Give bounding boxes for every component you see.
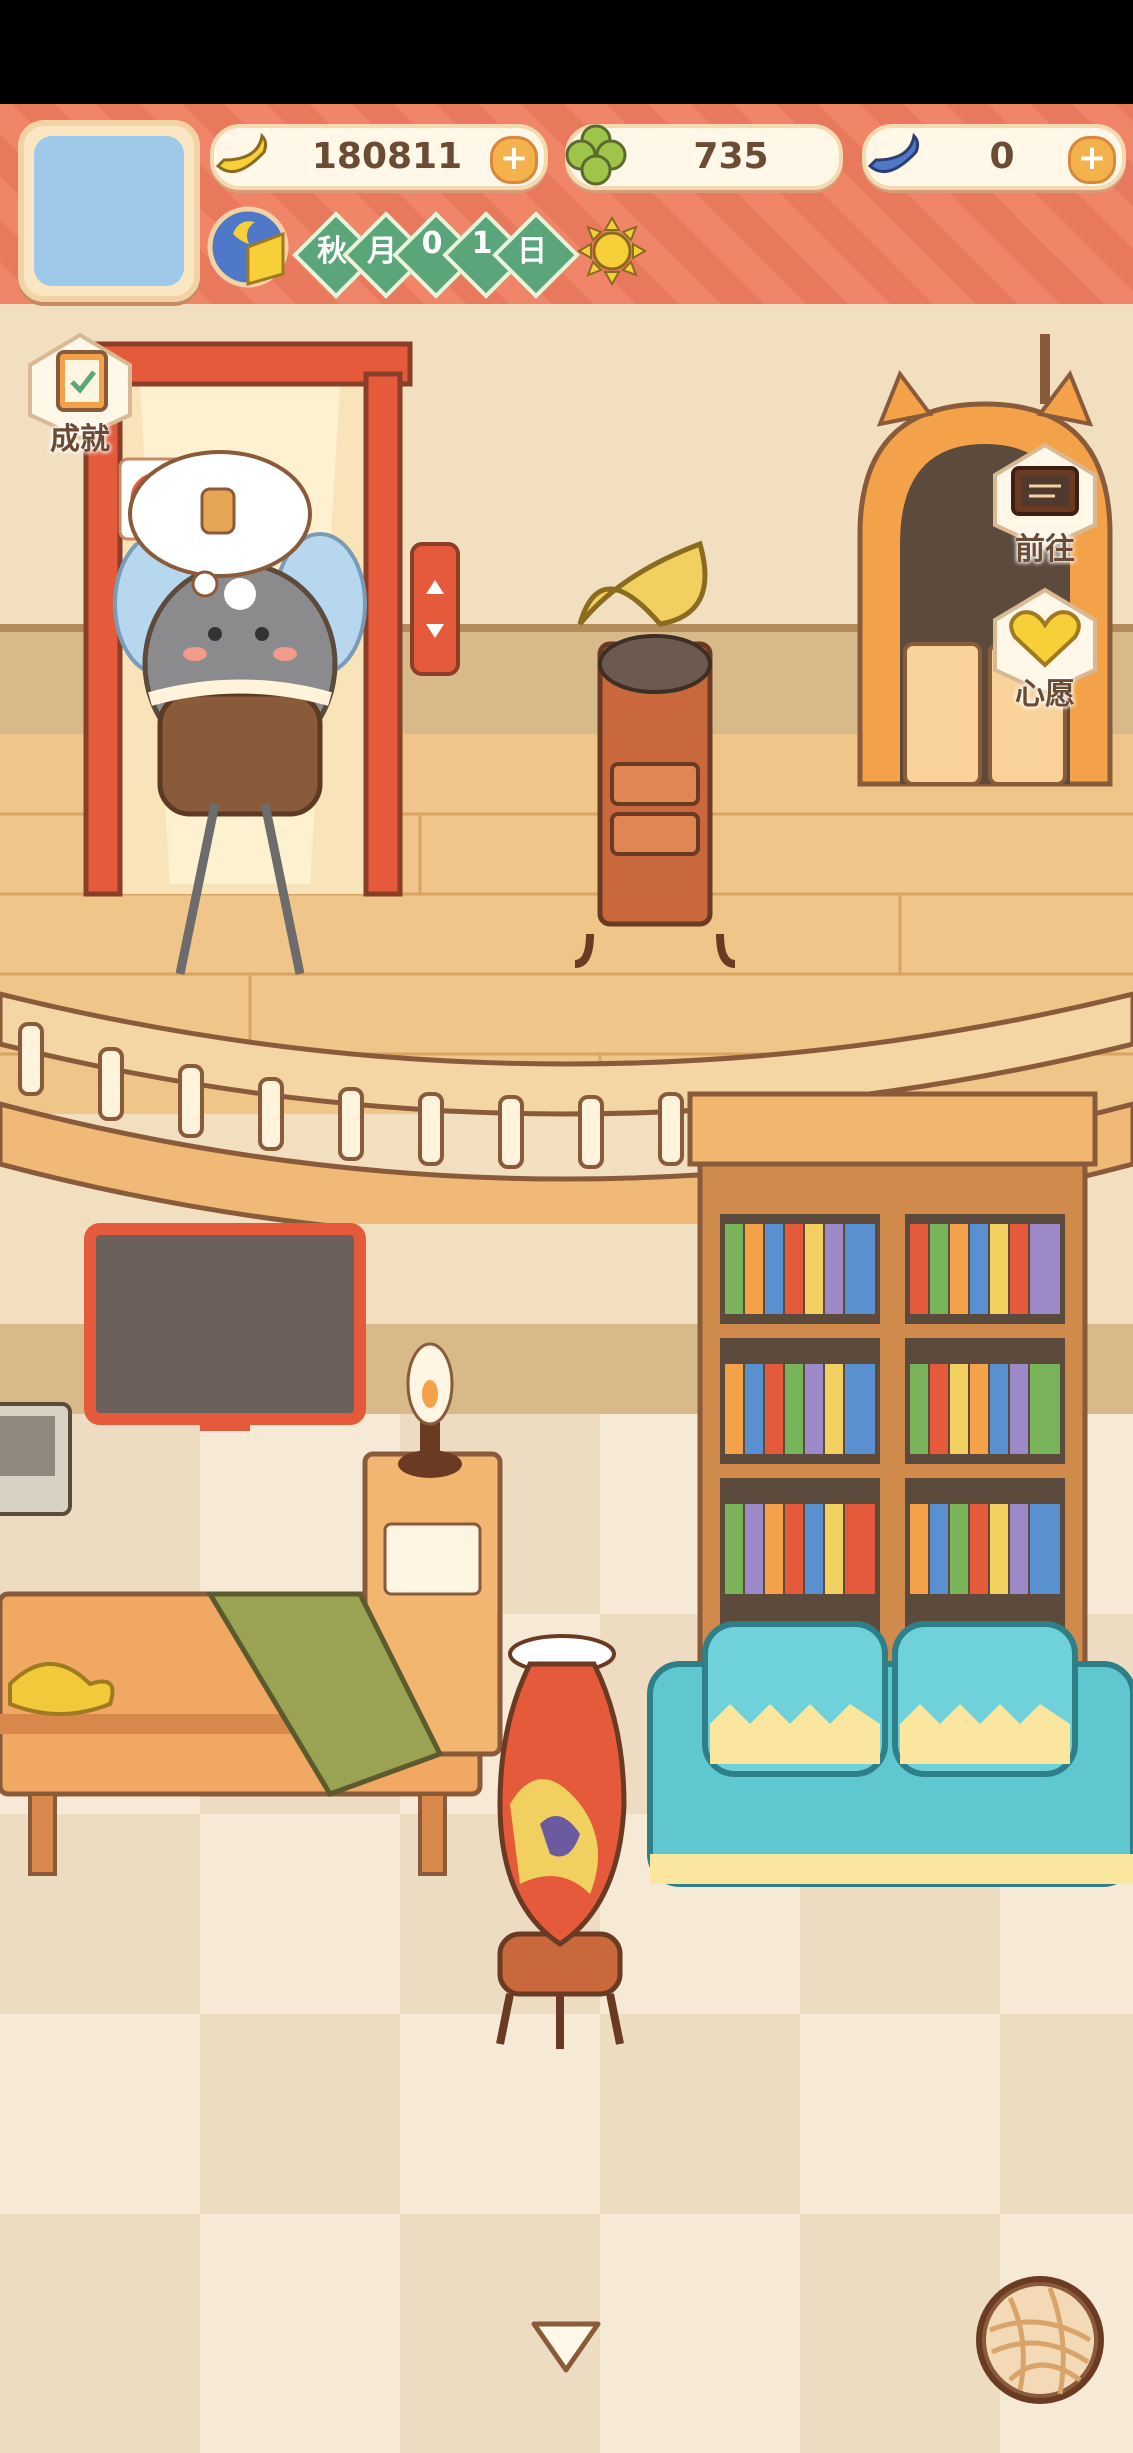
yarn-ball-icon[interactable]: [970, 2270, 1110, 2410]
sun-icon: [577, 216, 647, 286]
achievements-button[interactable]: 成就: [20, 330, 140, 457]
clover-currency: 735: [565, 124, 843, 190]
add-blue-banana-button[interactable]: +: [1068, 136, 1116, 184]
cat-avatar-icon: [34, 136, 184, 286]
wish-button[interactable]: 心愿: [985, 585, 1105, 712]
moon-night-icon: [207, 206, 289, 288]
blue-banana-currency: 0 +: [862, 124, 1126, 190]
banana-icon: [215, 132, 268, 174]
chevron-down-icon[interactable]: [528, 2318, 604, 2378]
blue-banana-count: 0: [989, 136, 1015, 177]
achievements-label: 成就: [50, 422, 110, 457]
game-screen: { "currencies": { "banana": {"icon": "ba…: [0, 0, 1133, 2453]
day-label: 日: [517, 234, 547, 269]
banana-count: 180811: [311, 136, 463, 177]
calendar-display[interactable]: 秋 月 0 1 日: [205, 204, 647, 299]
blue-banana-icon: [867, 132, 920, 174]
hud: 180811 + 735 0 + 秋 月 0 1 日: [0, 104, 1133, 364]
go-button[interactable]: 前往: [985, 440, 1105, 567]
wish-label: 心愿: [1015, 677, 1075, 712]
status-bar: [0, 0, 1133, 104]
banana-currency: 180811 +: [210, 124, 548, 190]
room-scene: [0, 104, 1133, 2453]
player-avatar[interactable]: [18, 120, 200, 302]
clover-count: 735: [693, 136, 769, 177]
clover-icon: [565, 124, 627, 186]
go-label: 前往: [1015, 532, 1075, 567]
add-banana-button[interactable]: +: [490, 136, 538, 184]
